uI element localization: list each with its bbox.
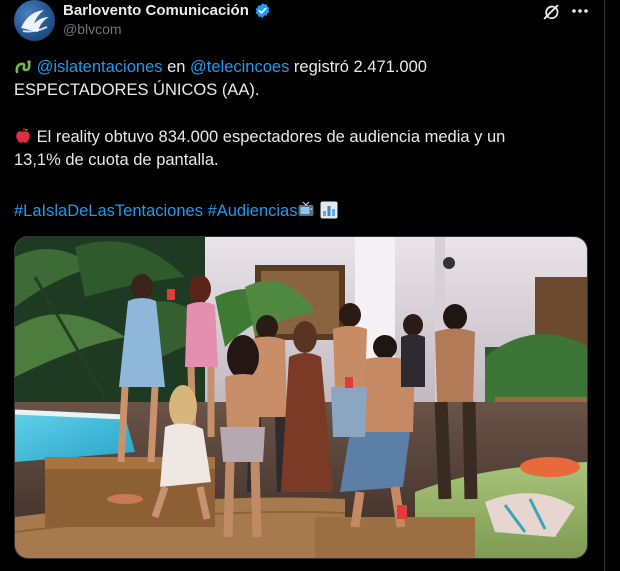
post-text-unique-viewers: ESPECTADORES ÚNICOS (AA). bbox=[14, 81, 260, 99]
verified-badge-icon[interactable] bbox=[254, 2, 271, 19]
author-handle[interactable]: @blvcom bbox=[63, 21, 122, 37]
author-display-name[interactable]: Barlovento Comunicación bbox=[63, 2, 249, 19]
avatar[interactable] bbox=[14, 0, 55, 41]
apple-emoji-icon bbox=[14, 127, 32, 145]
mention-islatentaciones[interactable]: @islatentaciones bbox=[37, 58, 163, 76]
mention-telecincoes[interactable]: @telecincoes bbox=[190, 58, 289, 76]
reality-show-photo bbox=[15, 237, 587, 558]
bar-chart-emoji-icon bbox=[320, 201, 338, 219]
post-text-paragraph-1: @islatentaciones en @telecincoes registr… bbox=[14, 56, 594, 102]
post-media-image[interactable] bbox=[14, 236, 588, 559]
grok-icon[interactable] bbox=[540, 1, 562, 23]
tv-emoji-icon bbox=[297, 201, 315, 219]
hashtag-audiencias[interactable]: #Audiencias bbox=[208, 202, 298, 220]
post-text-share: 13,1% de cuota de pantalla. bbox=[14, 151, 219, 169]
post-text-average-audience: El reality obtuvo 834.000 espectadores d… bbox=[32, 128, 506, 146]
post-text-connector: en bbox=[162, 58, 191, 76]
hashtag-laisladelastentaciones[interactable]: #LaIslaDeLasTentaciones bbox=[14, 202, 203, 220]
post-hashtags: #LaIslaDeLasTentaciones #Audiencias bbox=[14, 200, 594, 223]
author-name-row: Barlovento Comunicación bbox=[63, 0, 271, 20]
more-options-icon[interactable] bbox=[570, 2, 590, 20]
post-text-paragraph-2: El reality obtuvo 834.000 espectadores d… bbox=[14, 126, 594, 172]
timeline-divider bbox=[604, 0, 605, 571]
tweet: Barlovento Comunicación @blvcom @islaten… bbox=[0, 0, 620, 571]
snake-emoji-icon bbox=[14, 57, 32, 75]
post-text-registered: registró 2.471.000 bbox=[289, 58, 427, 76]
